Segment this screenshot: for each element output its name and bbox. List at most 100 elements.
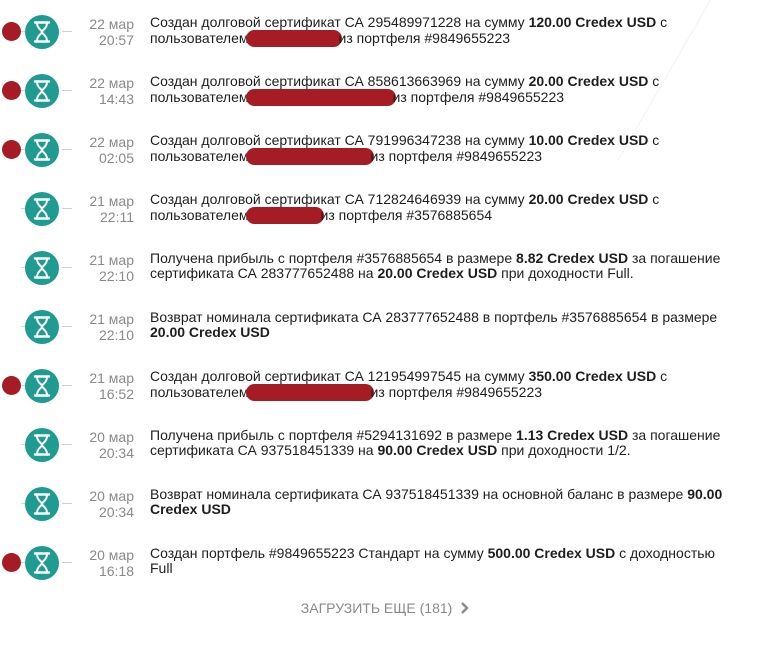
item-time: 20:34 (98, 445, 134, 461)
amount-text: 20.00 Credex USD (377, 265, 498, 281)
amount-text: 8.82 Credex USD (516, 250, 629, 266)
description-text: Full (150, 560, 173, 576)
description-line: пользователем из портфеля #9849655223 (150, 30, 762, 47)
description-text: пользователем (150, 148, 249, 164)
item-date: 22 мар (89, 16, 134, 32)
description-line: Создан долговой сертификат СА 2954899712… (150, 15, 762, 30)
amount-text: 20.00 Credex USD (528, 191, 649, 207)
unread-indicator-dot (2, 376, 21, 395)
unread-indicator-dot (2, 22, 21, 41)
description-text: Создан долговой сертификат СА 7128246469… (150, 191, 529, 207)
hourglass-icon (25, 546, 59, 580)
description-line: Возврат номинала сертификата СА 28377765… (150, 310, 762, 325)
description-line: Создан долговой сертификат СА 7128246469… (150, 192, 762, 207)
item-datetime: 20 мар 20:34 (72, 488, 134, 520)
load-more-label: ЗАГРУЗИТЬ ЕЩЕ (181) (300, 600, 453, 616)
description-line: пользователем из портфеля #3576885654 (150, 207, 762, 224)
timeline-dash (62, 149, 72, 150)
redacted-username (245, 30, 342, 47)
description-text: Создан долговой сертификат СА 2954899712… (150, 14, 529, 30)
description-text: пользователем (150, 30, 249, 46)
description-line: Получена прибыль с портфеля #5294131692 … (150, 428, 762, 443)
hourglass-icon (25, 428, 59, 462)
description-text: с (648, 73, 660, 89)
description-text: Получена прибыль с портфеля #5294131692 … (150, 427, 517, 443)
load-more-button[interactable]: ЗАГРУЗИТЬ ЕЩЕ (181) (0, 600, 770, 617)
item-date: 20 мар (89, 429, 134, 445)
hourglass-icon (25, 74, 59, 108)
description-text: пользователем (150, 384, 249, 400)
item-datetime: 21 мар 22:10 (72, 311, 134, 343)
hourglass-icon (25, 192, 59, 226)
amount-text: 20.00 Credex USD (528, 73, 649, 89)
item-datetime: 21 мар 16:52 (72, 370, 134, 402)
item-time: 14:43 (98, 91, 134, 107)
hourglass-icon (25, 133, 59, 167)
item-date: 21 мар (89, 252, 134, 268)
timeline-dash (62, 90, 72, 91)
description-text: из портфеля #9849655223 (338, 30, 511, 46)
item-time: 16:18 (98, 563, 134, 579)
description-line: Создан долговой сертификат СА 8586136639… (150, 74, 762, 89)
description-text: пользователем (150, 89, 249, 105)
timeline-dash (62, 562, 72, 563)
item-time: 20:57 (98, 32, 134, 48)
description-text: из портфеля #9849655223 (370, 384, 543, 400)
chevron-right-icon (460, 601, 469, 617)
item-description: Создан долговой сертификат СА 7919963472… (150, 133, 762, 165)
feed-item: 21 мар 22:10 Возврат номинала сертификата … (0, 295, 770, 354)
item-description: Получена прибыль с портфеля #5294131692 … (150, 428, 762, 458)
description-text: с (648, 191, 660, 207)
description-text: из портфеля #9849655223 (392, 89, 565, 105)
feed-item: 22 мар 02:05 Создан долговой сертификат СА… (0, 118, 770, 177)
description-text: при доходности 1/2. (497, 442, 631, 458)
item-date: 21 мар (89, 370, 134, 386)
description-text: за погашение (628, 250, 721, 266)
item-description: Создан долговой сертификат СА 8586136639… (150, 74, 762, 106)
item-datetime: 22 мар 20:57 (72, 16, 134, 48)
description-line: Full (150, 561, 762, 576)
amount-text: 20.00 Credex USD (150, 324, 270, 340)
description-line: Создан долговой сертификат СА 7919963472… (150, 133, 762, 148)
description-text: сертификата СА 937518451339 на (150, 442, 378, 458)
item-description: Создан портфель #9849655223 Стандарт на … (150, 546, 762, 576)
hourglass-icon (25, 15, 59, 49)
amount-text: 90.00 Credex USD (377, 442, 498, 458)
amount-text: 10.00 Credex USD (528, 132, 649, 148)
item-date: 22 мар (89, 75, 134, 91)
feed-item: 20 мар 16:18 Создан портфель #9849655223 С… (0, 531, 770, 590)
description-text: Возврат номинала сертификата СА 28377765… (150, 309, 718, 325)
timeline-dash (62, 267, 72, 268)
description-line: пользователем из портфеля #9849655223 (150, 89, 762, 106)
hourglass-icon (25, 310, 59, 344)
amount-text: 120.00 Credex USD (528, 14, 657, 30)
description-line: пользователем из портфеля #9849655223 (150, 384, 762, 401)
description-line: пользователем из портфеля #9849655223 (150, 148, 762, 165)
feed-item: 22 мар 14:43 Создан долговой сертификат СА… (0, 59, 770, 118)
item-datetime: 21 мар 22:11 (72, 193, 134, 225)
item-datetime: 22 мар 14:43 (72, 75, 134, 107)
item-description: Получена прибыль с портфеля #3576885654 … (150, 251, 762, 281)
feed-item: 22 мар 20:57 Создан долговой сертификат СА… (0, 0, 770, 59)
item-datetime: 22 мар 02:05 (72, 134, 134, 166)
description-line: Credex USD (150, 502, 762, 517)
item-date: 20 мар (89, 547, 134, 563)
description-text: Создан долговой сертификат СА 8586136639… (150, 73, 529, 89)
item-date: 21 мар (89, 311, 134, 327)
item-datetime: 20 мар 20:34 (72, 429, 134, 461)
feed-item: 21 мар 22:11 Создан долговой сертификат СА… (0, 177, 770, 236)
item-datetime: 20 мар 16:18 (72, 547, 134, 579)
amount-text: Credex USD (150, 501, 231, 517)
description-text: с (648, 132, 660, 148)
description-text: сертификата СА 283777652488 на (150, 265, 378, 281)
feed-item: 21 мар 22:10 Получена прибыль с портфеля #… (0, 236, 770, 295)
feed-item: 21 мар 16:52 Создан долговой сертификат СА… (0, 354, 770, 413)
amount-text: 90.00 (687, 486, 723, 502)
hourglass-icon (25, 251, 59, 285)
unread-indicator-dot (2, 81, 21, 100)
feed-item: 20 мар 20:34 Возврат номинала сертификата … (0, 472, 770, 531)
description-text: Создан долговой сертификат СА 1219549975… (150, 368, 529, 384)
description-text: из портфеля #9849655223 (370, 148, 543, 164)
timeline-dash (62, 444, 72, 445)
description-text: за погашение (628, 427, 721, 443)
